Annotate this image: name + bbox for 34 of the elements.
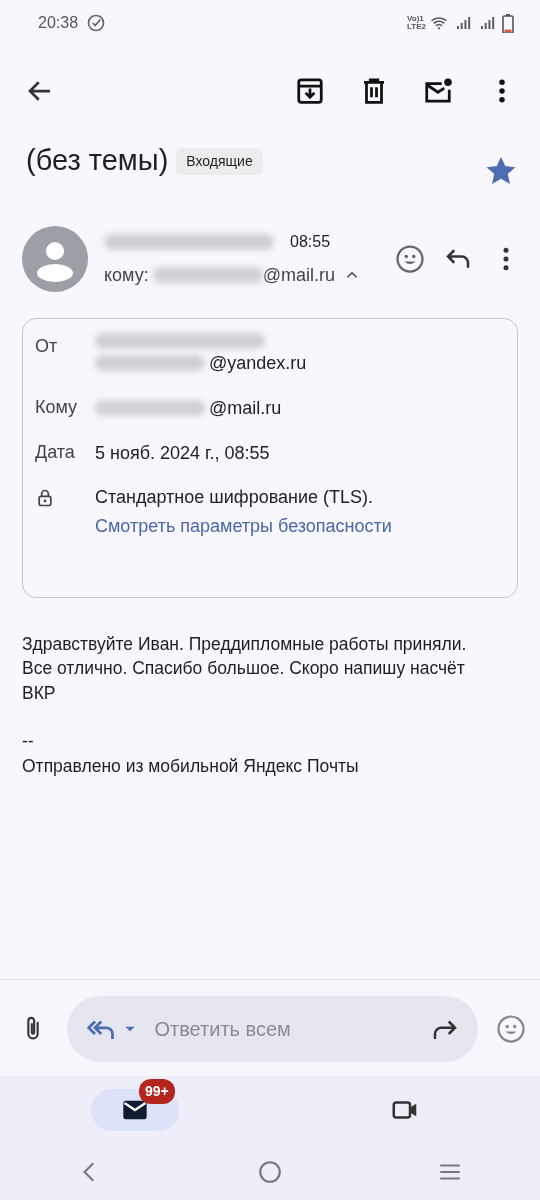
subject-title: (без темы): [26, 143, 169, 179]
security-link[interactable]: Смотреть параметры безопасности: [95, 516, 392, 537]
reply-field[interactable]: Ответить всем: [66, 996, 478, 1062]
detail-value: 5 нояб. 2024 г., 08:55: [95, 441, 270, 465]
message-text: Отправлено из мобильной Яндекс Почты: [22, 755, 360, 778]
encryption-text: Стандартное шифрование (TLS).: [95, 486, 375, 510]
recipient-email: @mail.ru: [262, 263, 335, 287]
emoji-icon[interactable]: [395, 244, 425, 274]
label-chip[interactable]: Входящие: [176, 147, 263, 175]
check-circle-icon: [86, 13, 107, 33]
sim-label: LTE2: [407, 23, 426, 31]
signal-icon: [478, 14, 496, 32]
reply-input[interactable]: Ответить всем: [152, 1013, 422, 1045]
message-text: Здравствуйте Иван. Преддипломные работы приняли. Все отлично. Спасибо большое. Скоро напишу насчёт ВКР: [22, 633, 468, 705]
detail-label: Дата: [35, 440, 76, 464]
avatar-icon: [22, 226, 88, 292]
detail-label: От: [35, 335, 59, 358]
emoji-icon[interactable]: [495, 1014, 526, 1044]
wifi-icon: [430, 14, 448, 32]
sim-label: Vo)1: [407, 15, 424, 23]
detail-label: Кому: [35, 395, 79, 419]
detail-value: @yandex.ru: [209, 352, 307, 375]
clock-text: 20:38: [38, 13, 79, 33]
home-icon[interactable]: [257, 1159, 283, 1185]
battery-icon: [502, 13, 514, 33]
unread-count: 99+: [139, 1079, 175, 1104]
signal-icon: [454, 14, 472, 32]
signature-separator: --: [22, 730, 35, 754]
star-icon[interactable]: [486, 156, 516, 186]
archive-icon[interactable]: [295, 76, 325, 106]
lock-icon: [35, 487, 55, 508]
detail-value: @mail.ru: [209, 396, 282, 420]
message-time: 08:55: [290, 231, 331, 252]
recipient-label: кому:: [104, 263, 149, 287]
